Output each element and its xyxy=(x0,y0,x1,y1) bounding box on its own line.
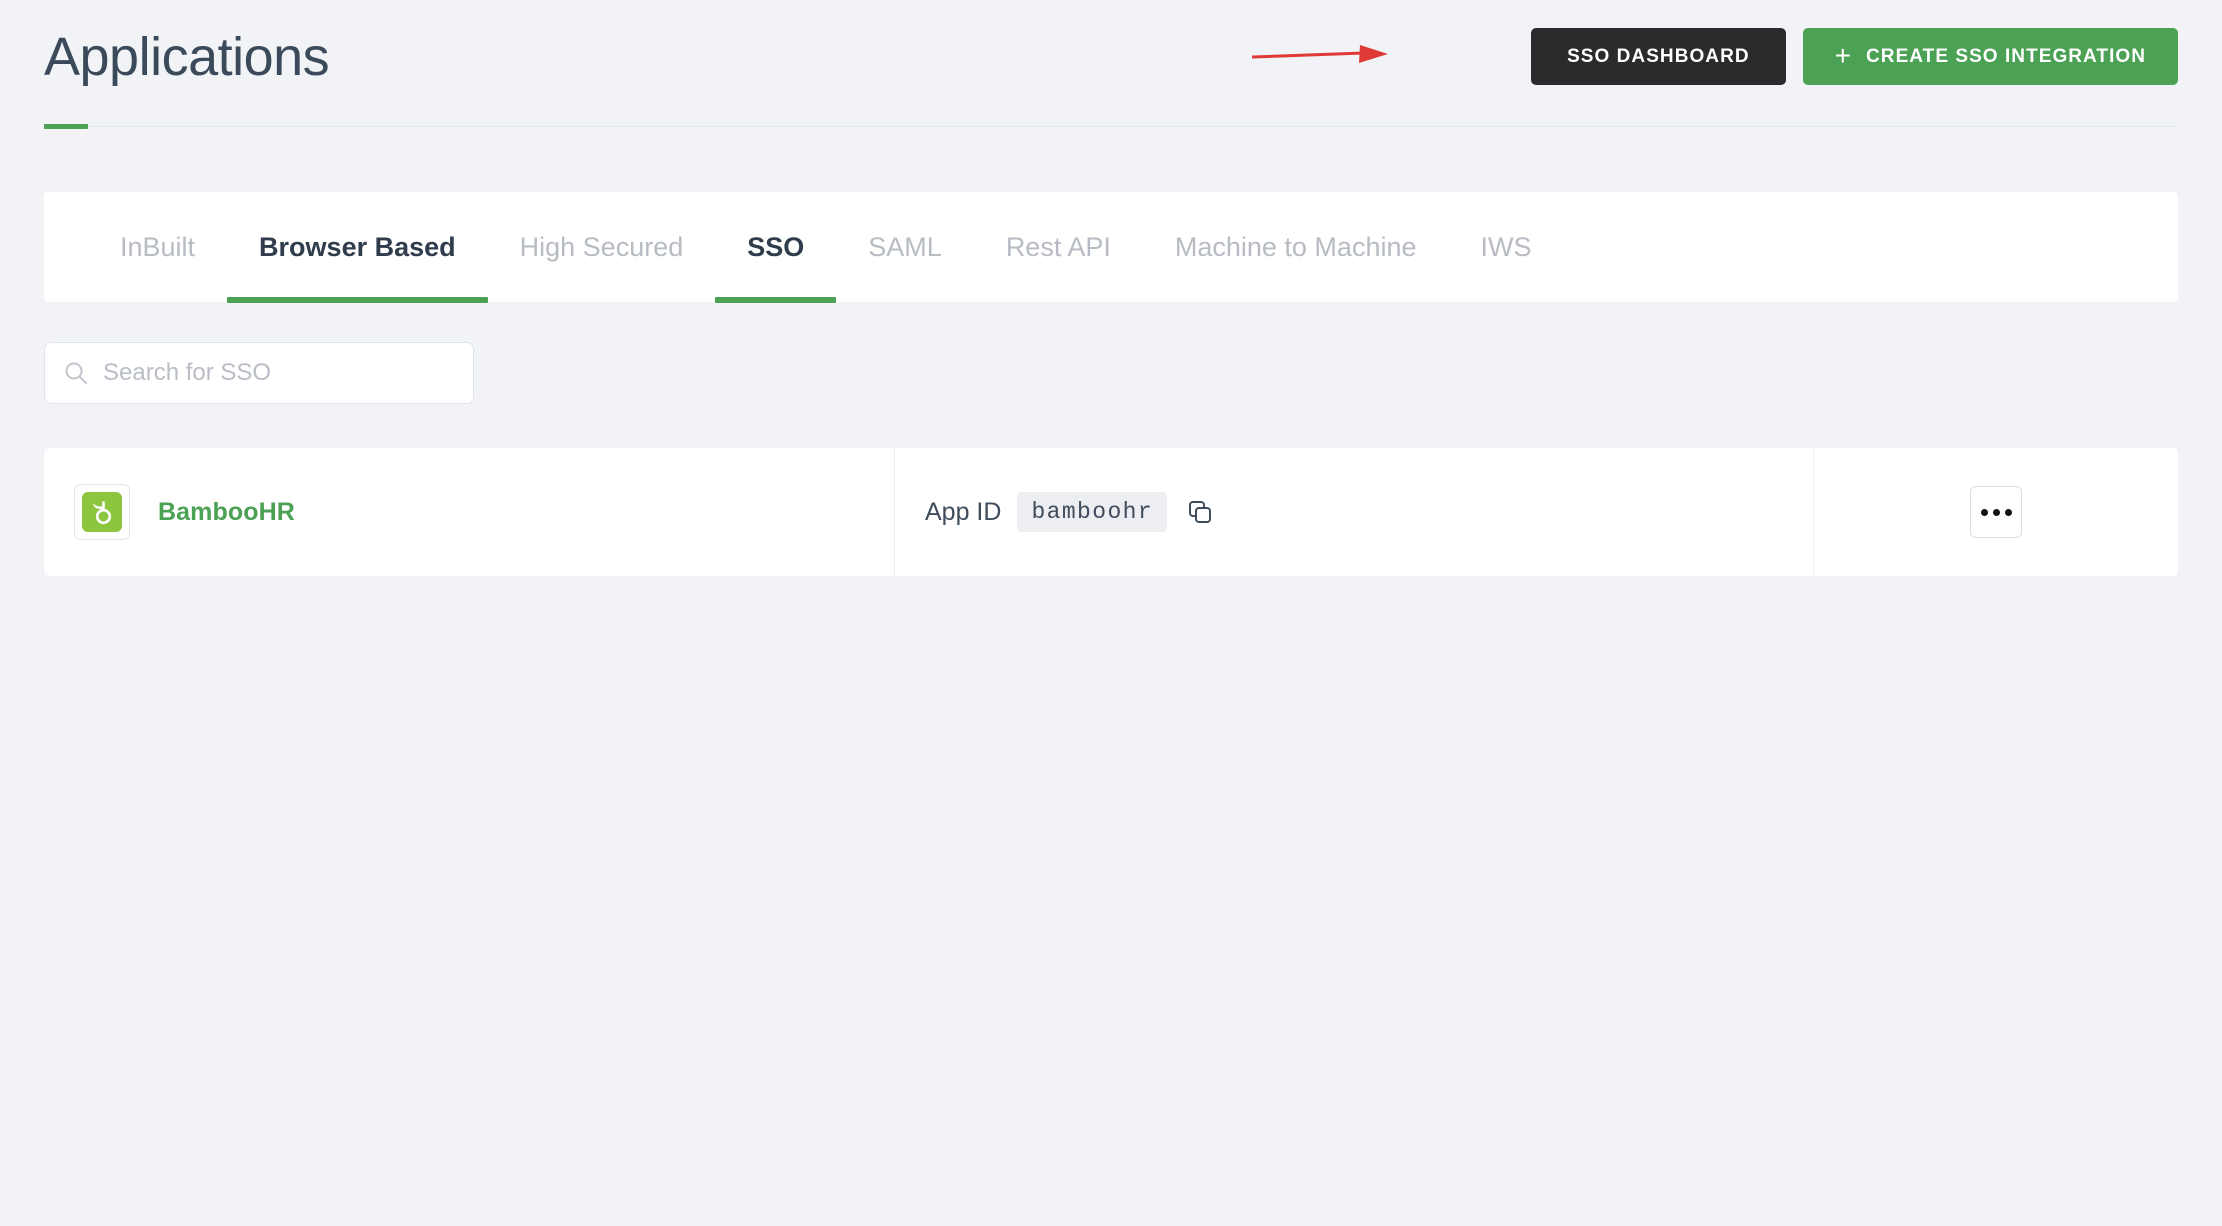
tab-bar: InBuilt Browser Based High Secured SSO S… xyxy=(44,192,2178,303)
search-box[interactable] xyxy=(44,342,474,404)
app-id-cell: App ID bamboohr xyxy=(895,448,1814,576)
tab-machine-to-machine[interactable]: Machine to Machine xyxy=(1143,192,1449,302)
tab-iws[interactable]: IWS xyxy=(1449,192,1564,302)
kebab-menu-icon xyxy=(1992,508,2000,516)
create-sso-integration-label: CREATE SSO INTEGRATION xyxy=(1866,45,2146,67)
title-accent-rule xyxy=(44,124,2178,129)
bamboohr-logo-icon xyxy=(82,492,122,532)
app-id-label: App ID xyxy=(925,497,1002,526)
plus-icon: + xyxy=(1834,39,1853,71)
tab-saml[interactable]: SAML xyxy=(836,192,974,302)
tab-high-secured[interactable]: High Secured xyxy=(488,192,716,302)
search-input[interactable] xyxy=(103,359,455,387)
tab-inbuilt[interactable]: InBuilt xyxy=(88,192,227,302)
copy-app-id-button[interactable] xyxy=(1183,495,1217,529)
create-sso-integration-button[interactable]: + CREATE SSO INTEGRATION xyxy=(1802,28,2178,85)
search-icon xyxy=(65,362,87,384)
tab-rest-api[interactable]: Rest API xyxy=(974,192,1143,302)
app-name: BambooHR xyxy=(158,497,295,526)
search-section xyxy=(44,342,2178,404)
app-logo-frame xyxy=(74,484,130,540)
app-list: BambooHR App ID bamboohr xyxy=(44,448,2178,576)
app-name-cell: BambooHR xyxy=(44,448,895,576)
table-row[interactable]: BambooHR App ID bamboohr xyxy=(44,448,2178,576)
tab-sso[interactable]: SSO xyxy=(715,192,837,303)
header-actions: SSO DASHBOARD + CREATE SSO INTEGRATION xyxy=(1531,28,2178,85)
row-actions-cell xyxy=(1814,448,2178,576)
tab-browser-based[interactable]: Browser Based xyxy=(227,192,488,303)
kebab-menu-icon xyxy=(2004,508,2012,516)
app-id-value: bamboohr xyxy=(1017,492,1168,532)
kebab-menu-icon xyxy=(1980,508,1988,516)
page-header: Applications SSO DASHBOARD + CREATE SSO … xyxy=(0,0,2222,140)
page-title: Applications xyxy=(44,27,330,87)
row-menu-button[interactable] xyxy=(1970,486,2022,538)
sso-dashboard-button[interactable]: SSO DASHBOARD xyxy=(1531,28,1786,85)
copy-icon xyxy=(1189,501,1212,523)
